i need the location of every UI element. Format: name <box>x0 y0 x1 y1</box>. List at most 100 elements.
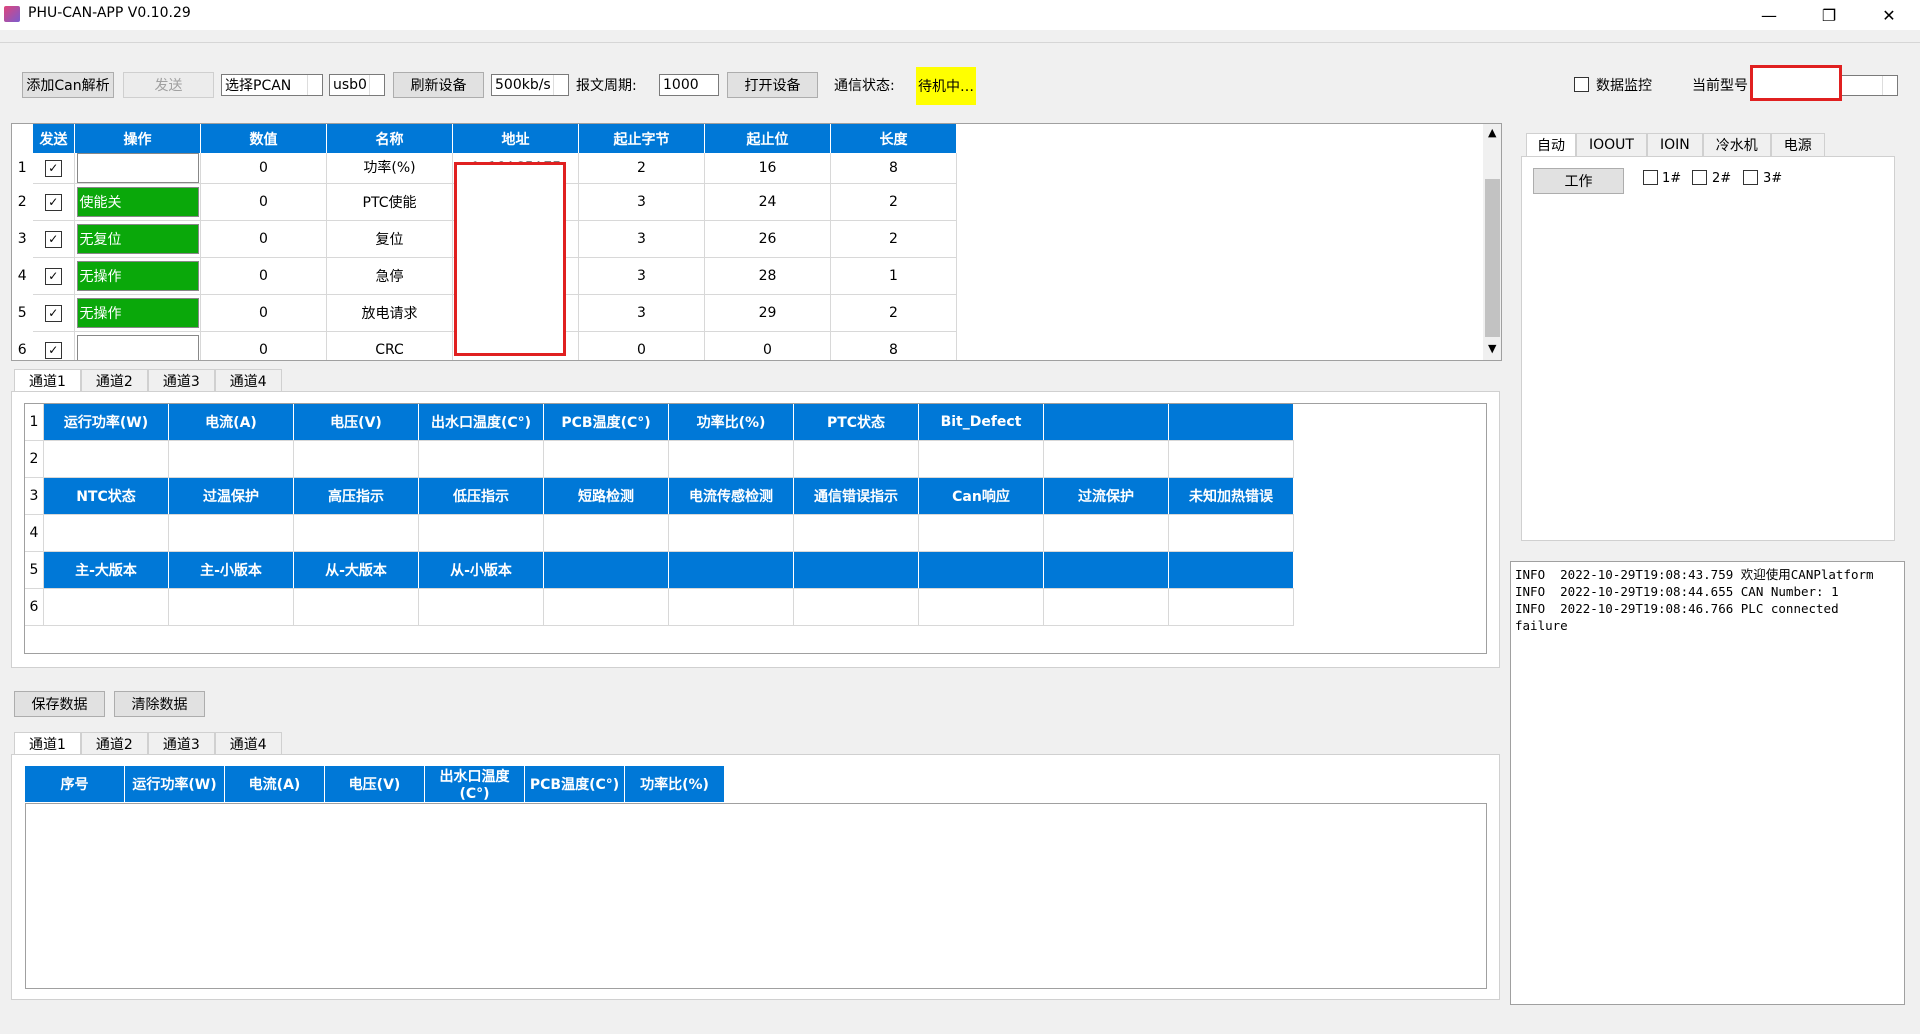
tab-channel-2[interactable]: 通道2 <box>80 369 148 392</box>
status-label-cell: 主-大版本 <box>43 551 169 589</box>
tab-channel-3[interactable]: 通道3 <box>147 369 215 392</box>
baud-select[interactable]: 500kb/s <box>491 74 569 96</box>
operation-select[interactable] <box>76 335 199 360</box>
status-label-cell: PCB温度(C°) <box>543 404 669 441</box>
log-output[interactable]: INFO 2022-10-29T19:08:43.759 欢迎使用CANPlat… <box>1510 561 1905 1005</box>
send-checkbox[interactable]: ✓ <box>44 193 62 211</box>
col-send[interactable]: 发送 <box>32 124 75 153</box>
log-col-power[interactable]: 运行功率(W) <box>124 766 225 802</box>
status-value-cell <box>43 440 169 478</box>
operation-select[interactable] <box>76 153 199 183</box>
operation-cell[interactable]: 无操作 <box>74 257 201 295</box>
minimize-button[interactable]: — <box>1740 0 1798 30</box>
col-operation[interactable]: 操作 <box>74 124 201 153</box>
add-can-button[interactable]: 添加Can解析 <box>22 72 114 98</box>
send-checkbox[interactable]: ✓ <box>44 267 62 285</box>
operation-select[interactable]: 无复位 <box>76 224 199 254</box>
operation-select[interactable]: 使能关 <box>76 187 199 217</box>
operation-cell[interactable] <box>74 331 201 360</box>
monitor-checkbox[interactable] <box>1574 77 1589 92</box>
send-cell[interactable]: ✓ <box>32 257 75 295</box>
send-cell[interactable]: ✓ <box>32 331 75 360</box>
send-cell[interactable]: ✓ <box>32 220 75 258</box>
right-tabs: 自动 IOOUT IOIN 冷水机 电源 <box>1526 133 1825 156</box>
period-input[interactable]: 1000 <box>659 74 719 96</box>
clear-data-button[interactable]: 清除数据 <box>114 691 205 717</box>
status-value-cell <box>1043 514 1169 552</box>
col-start-bit[interactable]: 起止位 <box>704 124 831 153</box>
tab-channel-4[interactable]: 通道4 <box>214 369 282 392</box>
tab-log-channel-4[interactable]: 通道4 <box>214 732 282 755</box>
status-label-cell <box>1168 551 1294 589</box>
chevron-down-icon <box>369 75 384 95</box>
work-button[interactable]: 工作 <box>1533 168 1624 194</box>
log-col-power-ratio[interactable]: 功率比(%) <box>624 766 725 802</box>
model-select[interactable] <box>1750 65 1842 101</box>
log-col-voltage[interactable]: 电压(V) <box>324 766 425 802</box>
tab-chiller[interactable]: 冷水机 <box>1702 133 1771 156</box>
start-byte-cell: 3 <box>578 220 705 258</box>
operation-select[interactable]: 无操作 <box>76 261 199 291</box>
col-value[interactable]: 数值 <box>200 124 327 153</box>
check-1[interactable] <box>1643 170 1658 185</box>
send-cell[interactable]: ✓ <box>32 183 75 221</box>
tab-auto[interactable]: 自动 <box>1526 133 1576 156</box>
model-select-tail[interactable] <box>1840 75 1898 96</box>
log-line: INFO 2022-10-29T19:08:44.655 CAN Number:… <box>1515 584 1839 599</box>
signal-scrollbar[interactable]: ▲ ▼ <box>1483 124 1501 360</box>
status-label-cell: 电流(A) <box>168 404 294 441</box>
operation-cell[interactable]: 使能关 <box>74 183 201 221</box>
model-label: 当前型号 <box>1692 78 1748 94</box>
send-checkbox[interactable]: ✓ <box>44 230 62 248</box>
col-length[interactable]: 长度 <box>830 124 957 153</box>
check-2[interactable] <box>1692 170 1707 185</box>
col-start-byte[interactable]: 起止字节 <box>578 124 705 153</box>
pcan-select[interactable]: 选择PCAN <box>221 74 323 96</box>
close-button[interactable]: ✕ <box>1860 0 1918 30</box>
send-cell[interactable]: ✓ <box>32 153 75 184</box>
log-col-outlet-temp[interactable]: 出水口温度(C°) <box>424 766 525 802</box>
window-title: PHU-CAN-APP V0.10.29 <box>28 5 191 21</box>
log-channel-tabs: 通道1 通道2 通道3 通道4 <box>14 732 282 755</box>
send-button[interactable]: 发送 <box>123 72 214 98</box>
log-col-index[interactable]: 序号 <box>25 766 125 802</box>
col-address[interactable]: 地址 <box>452 124 579 153</box>
tab-log-channel-3[interactable]: 通道3 <box>147 732 215 755</box>
start-bit-cell: 29 <box>704 294 831 332</box>
tab-channel-1[interactable]: 通道1 <box>14 369 81 392</box>
status-grid-row: 2 <box>25 440 1294 478</box>
name-cell: 放电请求 <box>326 294 453 332</box>
log-col-pcb-temp[interactable]: PCB温度(C°) <box>524 766 625 802</box>
status-value-cell <box>918 440 1044 478</box>
value-cell: 0 <box>200 331 327 360</box>
refresh-device-button[interactable]: 刷新设备 <box>393 72 484 98</box>
scroll-thumb[interactable] <box>1485 179 1500 337</box>
status-label-cell: 过流保护 <box>1043 477 1169 515</box>
scroll-up-icon[interactable]: ▲ <box>1488 126 1496 139</box>
tab-ioout[interactable]: IOOUT <box>1576 133 1647 156</box>
open-device-button[interactable]: 打开设备 <box>727 72 818 98</box>
operation-cell[interactable]: 无操作 <box>74 294 201 332</box>
operation-select[interactable]: 无操作 <box>76 298 199 328</box>
col-name[interactable]: 名称 <box>326 124 453 153</box>
scroll-down-icon[interactable]: ▼ <box>1488 342 1496 355</box>
operation-cell[interactable]: 无复位 <box>74 220 201 258</box>
send-checkbox[interactable]: ✓ <box>44 341 62 359</box>
tab-log-channel-1[interactable]: 通道1 <box>14 732 81 755</box>
tab-log-channel-2[interactable]: 通道2 <box>80 732 148 755</box>
save-data-button[interactable]: 保存数据 <box>14 691 105 717</box>
status-value-cell <box>43 588 169 626</box>
send-cell[interactable]: ✓ <box>32 294 75 332</box>
send-checkbox[interactable]: ✓ <box>44 304 62 322</box>
usb-select[interactable]: usb0 <box>329 74 385 96</box>
send-checkbox[interactable]: ✓ <box>44 159 62 177</box>
check-3[interactable] <box>1743 170 1758 185</box>
operation-cell[interactable] <box>74 153 201 184</box>
address-edit-box[interactable] <box>454 162 566 356</box>
row-number: 3 <box>25 477 44 515</box>
tab-ioin[interactable]: IOIN <box>1646 133 1703 156</box>
tab-power[interactable]: 电源 <box>1770 133 1825 156</box>
log-table-body[interactable] <box>25 803 1487 989</box>
log-col-current[interactable]: 电流(A) <box>224 766 325 802</box>
restore-button[interactable]: ❐ <box>1800 0 1858 30</box>
